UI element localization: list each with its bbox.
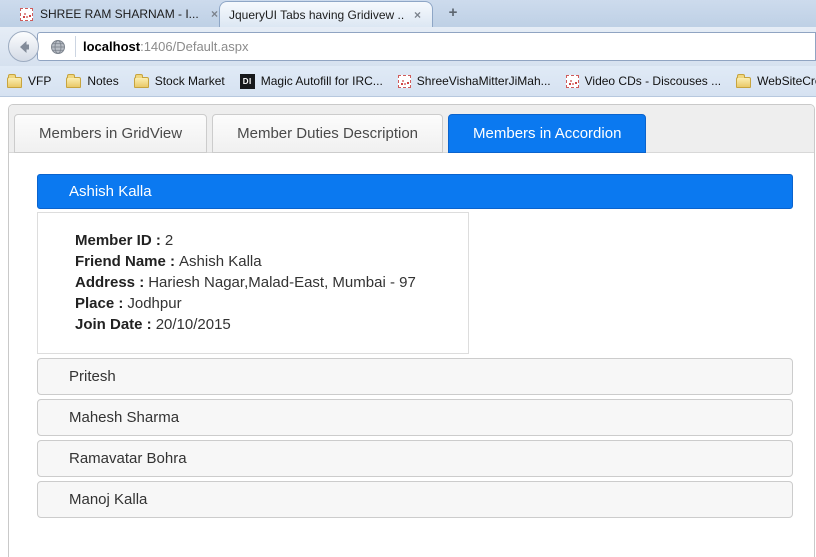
bookmark-label: ShreeVishaMitterJiMah... (416, 74, 551, 88)
accordion-header-manoj-kalla[interactable]: Manoj Kalla (37, 481, 793, 518)
members-accordion: Ashish Kalla Member ID :2 Friend Name :A… (37, 174, 793, 518)
address-bar[interactable]: localhost:1406/Default.aspx (37, 32, 816, 61)
detail-member-id: Member ID :2 (75, 230, 458, 251)
detail-value: Jodhpur (127, 295, 182, 312)
bookmark-vfp[interactable]: VFP (7, 73, 52, 88)
accordion-header-pritesh[interactable]: Pritesh (37, 358, 793, 395)
bookmark-label: Magic Autofill for IRC... (260, 74, 383, 88)
detail-label: Member ID : (75, 232, 161, 249)
detail-value: Ashish Kalla (179, 253, 262, 270)
detail-value: 20/10/2015 (155, 316, 231, 333)
url-separator (75, 36, 76, 57)
page-tab-strip: Members in GridView Member Duties Descri… (9, 105, 814, 153)
navigation-bar: localhost:1406/Default.aspx (0, 27, 816, 66)
detail-label: Friend Name : (75, 253, 176, 270)
broken-image-icon (397, 74, 411, 88)
page-content: Members in GridView Member Duties Descri… (0, 97, 816, 557)
bookmark-label: Stock Market (154, 74, 225, 88)
tab-members-in-accordion[interactable]: Members in Accordion (448, 114, 647, 153)
bookmark-notes[interactable]: Notes (66, 73, 119, 88)
folder-icon (66, 73, 82, 88)
bookmark-websitecreation[interactable]: WebSiteCreation (736, 73, 816, 88)
url-text[interactable]: localhost:1406/Default.aspx (83, 39, 248, 54)
browser-tab-title: JqueryUI Tabs having Gridivew ... (229, 7, 405, 22)
browser-window: SHREE RAM SHARNAM - I... × JqueryUI Tabs… (0, 0, 816, 557)
detail-value: 2 (164, 232, 174, 249)
globe-icon (51, 39, 65, 54)
accordion-header-mahesh-sharma[interactable]: Mahesh Sharma (37, 399, 793, 436)
bookmark-magic-autofill[interactable]: DI Magic Autofill for IRC... (239, 73, 383, 89)
detail-address: Address : Hariesh Nagar,Malad-East, Mumba… (75, 272, 458, 293)
bookmark-stock-market[interactable]: Stock Market (133, 73, 225, 88)
detail-value: Hariesh Nagar,Malad-East, Mumbai - 97 (148, 274, 416, 291)
browser-tab-title: SHREE RAM SHARNAM - I... (40, 7, 199, 21)
tabs-widget: Members in GridView Member Duties Descri… (8, 104, 815, 557)
browser-tab-jqueryui[interactable]: JqueryUI Tabs having Gridivew ... × (219, 1, 433, 27)
browser-tab-bar: SHREE RAM SHARNAM - I... × JqueryUI Tabs… (0, 0, 816, 27)
bookmark-label: VFP (28, 74, 52, 88)
new-tab-button[interactable]: + (443, 5, 463, 22)
bookmark-shreevishamitter[interactable]: ShreeVishaMitterJiMah... (397, 74, 551, 88)
folder-icon (133, 73, 149, 88)
folder-icon (7, 73, 22, 88)
detail-join-date: Join Date :20/10/2015 (75, 314, 458, 335)
di-badge-icon: DI (239, 73, 255, 89)
detail-friend-name: Friend Name : Ashish Kalla (75, 251, 458, 272)
folder-icon (736, 73, 752, 88)
back-arrow-icon (19, 40, 29, 53)
detail-label: Address : (75, 274, 145, 291)
broken-image-icon (565, 74, 579, 88)
broken-favicon-icon (20, 7, 33, 21)
tab-panel-accordion: Ashish Kalla Member ID :2 Friend Name :A… (9, 153, 814, 518)
url-path: :1406/Default.aspx (140, 39, 249, 54)
browser-tab-shree-ram[interactable]: SHREE RAM SHARNAM - I... × (20, 3, 220, 25)
accordion-panel-details: Member ID :2 Friend Name : Ashish Kalla A… (37, 212, 469, 354)
detail-place: Place : Jodhpur (75, 293, 458, 314)
tab-member-duties-description[interactable]: Member Duties Description (212, 114, 444, 153)
close-icon[interactable]: × (412, 8, 423, 22)
detail-label: Place : (75, 295, 124, 312)
tab-members-in-gridview[interactable]: Members in GridView (14, 114, 208, 153)
accordion-header-ashish-kalla[interactable]: Ashish Kalla (37, 174, 793, 209)
url-domain: localhost (83, 39, 141, 54)
bookmark-label: Video CDs - Discouses ... (584, 74, 722, 88)
back-button[interactable] (8, 31, 39, 62)
bookmark-label: Notes (87, 74, 119, 88)
bookmarks-bar: VFP Notes Stock Market DI Magic Autofill… (0, 66, 816, 97)
bookmark-video-cds[interactable]: Video CDs - Discouses ... (565, 74, 722, 88)
bookmark-label: WebSiteCreation (757, 74, 816, 88)
accordion-header-ramavatar-bohra[interactable]: Ramavatar Bohra (37, 440, 793, 477)
detail-label: Join Date : (75, 316, 152, 333)
